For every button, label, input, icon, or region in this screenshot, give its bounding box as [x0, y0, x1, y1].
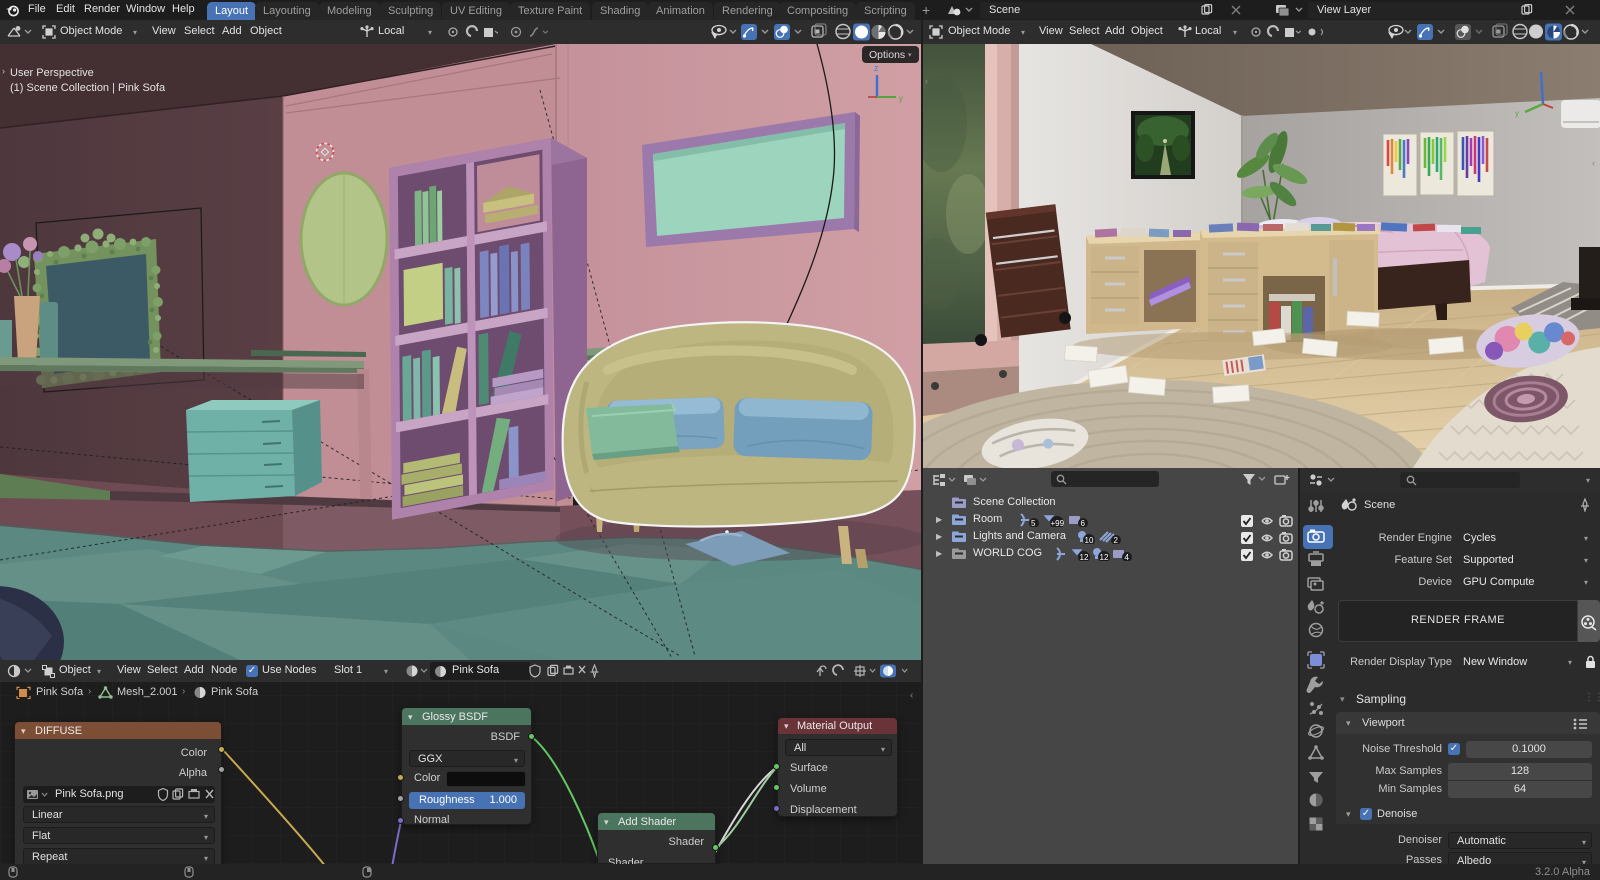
svg-text:2: 2 [1114, 536, 1119, 544]
svg-text:Options: Options [869, 49, 905, 61]
svg-text:▾: ▾ [908, 52, 912, 59]
svg-text:(1) Scene Collection | Pink So: (1) Scene Collection | Pink Sofa [10, 82, 166, 94]
svg-text:5: 5 [1031, 519, 1036, 527]
svg-text:User Perspective: User Perspective [10, 67, 94, 79]
svg-text:6: 6 [1081, 519, 1086, 527]
svg-text:‹: ‹ [1592, 158, 1595, 168]
svg-text:y: y [1515, 109, 1519, 118]
svg-text:12: 12 [1100, 553, 1109, 561]
svg-text:4: 4 [1125, 553, 1130, 561]
svg-text:10: 10 [1085, 536, 1094, 544]
svg-text:z: z [874, 63, 879, 73]
svg-text:›: › [2, 66, 5, 76]
svg-text:‹: ‹ [925, 76, 928, 86]
svg-text:+99: +99 [1051, 519, 1065, 527]
svg-text:12: 12 [1080, 553, 1089, 561]
svg-text:y: y [899, 94, 903, 103]
